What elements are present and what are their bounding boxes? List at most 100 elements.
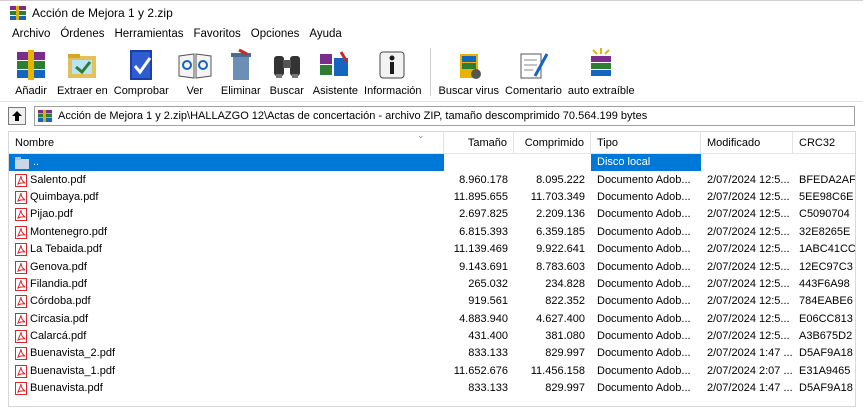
extract-to-icon (68, 54, 97, 78)
wizard-icon (320, 51, 349, 76)
file-size: 265.032 (468, 277, 508, 290)
find-button[interactable]: Buscar (264, 44, 310, 102)
table-row[interactable]: Filandia.pdf 265.032 234.828 Documento A… (9, 276, 855, 293)
file-modified: 2/07/2024 1:47 ... (707, 382, 793, 395)
file-type: Documento Adob... (597, 312, 691, 325)
file-size: 11.895.655 (453, 190, 508, 203)
file-name: La Tebaida.pdf (30, 243, 102, 256)
wizard-button[interactable]: Asistente (310, 44, 361, 102)
info-icon (379, 51, 405, 79)
file-type: Documento Adob... (597, 225, 691, 238)
column-header-type[interactable]: Tipo (591, 131, 701, 154)
row-type: Disco local (591, 154, 701, 172)
file-name: Córdoba.pdf (30, 295, 91, 308)
table-row[interactable]: La Tebaida.pdf 11.139.469 9.922.641 Docu… (9, 241, 855, 258)
file-crc: C5090704 (799, 208, 850, 221)
file-modified: 2/07/2024 12:5... (707, 173, 790, 186)
menu-favoritos[interactable]: Favoritos (189, 28, 246, 40)
path-bar: Acción de Mejora 1 y 2.zip\HALLAZGO 12\A… (0, 104, 863, 128)
column-header-name[interactable]: Nombre (9, 131, 444, 154)
file-size: 2.697.825 (459, 208, 508, 221)
pdf-file-icon (15, 382, 27, 396)
menu-bar: Archivo Órdenes Herramientas Favoritos O… (0, 24, 863, 44)
menu-archivo[interactable]: Archivo (7, 28, 55, 40)
file-type: Documento Adob... (597, 277, 691, 290)
file-modified: 2/07/2024 12:5... (707, 295, 790, 308)
file-size: 9.143.691 (459, 260, 508, 273)
file-type: Documento Adob... (597, 347, 691, 360)
title-bar: Acción de Mejora 1 y 2.zip (0, 0, 863, 24)
pdf-file-icon (15, 173, 27, 187)
pdf-file-icon (15, 364, 27, 378)
table-row[interactable]: Buenavista_1.pdf 11.652.676 11.456.158 D… (9, 363, 855, 380)
table-row[interactable]: Circasia.pdf 4.883.940 4.627.400 Documen… (9, 311, 855, 328)
menu-ayuda[interactable]: Ayuda (304, 28, 346, 40)
file-type: Documento Adob... (597, 173, 691, 186)
menu-herramientas[interactable]: Herramientas (109, 28, 188, 40)
table-row[interactable]: Calarcá.pdf 431.400 381.080 Documento Ad… (9, 328, 855, 345)
delete-icon (230, 48, 251, 80)
file-name: Circasia.pdf (30, 312, 89, 325)
pdf-file-icon (15, 260, 27, 274)
delete-button[interactable]: Eliminar (218, 44, 264, 102)
column-header-modified[interactable]: Modificado (701, 131, 793, 154)
file-type: Documento Adob... (597, 208, 691, 221)
path-field[interactable]: Acción de Mejora 1 y 2.zip\HALLAZGO 12\A… (34, 106, 855, 126)
table-row[interactable]: Córdoba.pdf 919.561 822.352 Documento Ad… (9, 293, 855, 310)
add-button[interactable]: Añadir (8, 44, 54, 102)
column-header-size[interactable]: Tamaño (444, 131, 514, 154)
file-crc: 32E8265E (799, 225, 851, 238)
file-modified: 2/07/2024 12:5... (707, 312, 790, 325)
sfx-button[interactable]: auto extraíble (565, 44, 638, 102)
comment-button[interactable]: Comentario (502, 44, 565, 102)
menu-opciones[interactable]: Opciones (246, 28, 305, 40)
table-row[interactable]: Quimbaya.pdf 11.895.655 11.703.349 Docum… (9, 189, 855, 206)
table-row[interactable]: Salento.pdf 8.960.178 8.095.222 Document… (9, 171, 855, 188)
row-name: .. (33, 156, 40, 169)
file-packed: 11.456.158 (530, 364, 585, 377)
extract-to-button[interactable]: Extraer en (54, 44, 111, 102)
table-row[interactable]: Genova.pdf 9.143.691 8.783.603 Documento… (9, 258, 855, 275)
file-packed: 9.922.641 (536, 243, 585, 256)
file-size: 11.139.469 (453, 243, 508, 256)
sfx-icon (591, 48, 612, 76)
view-book-icon (178, 53, 212, 79)
column-header-packed[interactable]: Comprimido (514, 131, 591, 154)
file-modified: 2/07/2024 12:5... (707, 260, 790, 273)
file-size: 8.960.178 (459, 173, 508, 186)
file-modified: 2/07/2024 2:07 ... (707, 364, 793, 377)
file-crc: D5AF9A18 (799, 347, 853, 360)
column-header-crc[interactable]: CRC32 (793, 132, 855, 154)
parent-folder-icon (15, 156, 29, 169)
file-type: Documento Adob... (597, 382, 691, 395)
test-button[interactable]: Comprobar (111, 44, 172, 102)
file-size: 919.561 (468, 295, 508, 308)
file-packed: 2.209.136 (536, 208, 585, 221)
up-folder-button[interactable] (8, 107, 26, 125)
toolbar: Añadir Extraer en Comprobar Ver Eliminar… (0, 44, 863, 102)
table-row[interactable]: Pijao.pdf 2.697.825 2.209.136 Documento … (9, 206, 855, 223)
file-type: Documento Adob... (597, 364, 691, 377)
table-row[interactable]: Buenavista_2.pdf 833.133 829.997 Documen… (9, 345, 855, 362)
table-row[interactable]: Montenegro.pdf 6.815.393 6.359.185 Docum… (9, 224, 855, 241)
file-modified: 2/07/2024 12:5... (707, 225, 790, 238)
arrow-up-icon (12, 111, 22, 121)
menu-ordenes[interactable]: Órdenes (55, 28, 109, 40)
file-name: Filandia.pdf (30, 277, 87, 290)
file-name: Calarcá.pdf (30, 330, 87, 343)
add-archive-icon (17, 50, 45, 80)
file-name: Buenavista.pdf (30, 382, 103, 395)
virus-scan-button[interactable]: Buscar virus (436, 44, 503, 102)
file-modified: 2/07/2024 1:47 ... (707, 347, 793, 360)
pdf-file-icon (15, 347, 27, 361)
file-type: Documento Adob... (597, 295, 691, 308)
file-modified: 2/07/2024 12:5... (707, 208, 790, 221)
info-button[interactable]: Información (361, 44, 424, 102)
parent-folder-row[interactable]: .. Disco local (9, 154, 855, 172)
view-button[interactable]: Ver (172, 44, 218, 102)
table-row[interactable]: Buenavista.pdf 833.133 829.997 Documento… (9, 380, 855, 397)
file-packed: 381.080 (545, 330, 585, 343)
file-packed: 8.783.603 (536, 260, 585, 273)
file-type: Documento Adob... (597, 260, 691, 273)
file-modified: 2/07/2024 12:5... (707, 277, 790, 290)
